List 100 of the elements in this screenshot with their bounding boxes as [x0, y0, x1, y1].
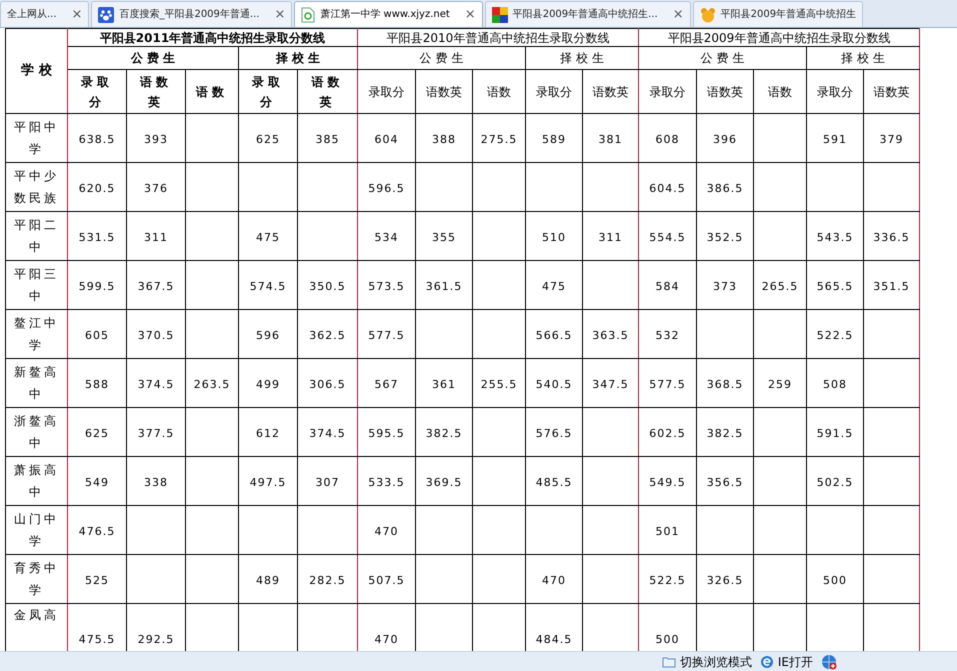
table-cell: 507.5 — [368, 574, 405, 587]
table-cell: 361 — [432, 378, 456, 391]
table-cell: 351.5 — [873, 280, 910, 293]
school-cell: 平中少数民族 — [6, 162, 68, 212]
table-cell: 554.5 — [649, 231, 686, 244]
table-cell: 595.5 — [368, 427, 405, 440]
school-cell: 平阳二中 — [6, 212, 68, 260]
header-cell: 语数英 — [582, 70, 639, 114]
table-cell: 373 — [713, 280, 738, 293]
browser-tab[interactable]: 平阳县2009年普通高中统招生... × — [484, 1, 691, 27]
table-cell: 565.5 — [816, 280, 854, 293]
table-cell: 292.5 — [138, 633, 174, 646]
table-cell: 489 — [256, 574, 280, 587]
table-cell: 311 — [598, 231, 623, 244]
table-cell: 522.5 — [816, 329, 854, 342]
header-cell: 公 费 生 — [68, 46, 238, 70]
table-cell: 543.5 — [816, 231, 854, 244]
table-cell: 382.5 — [706, 427, 744, 440]
table-cell: 602.5 — [649, 427, 686, 440]
table-cell: 501 — [656, 525, 680, 538]
e-logo-icon — [760, 654, 774, 668]
table-cell: 573.5 — [368, 280, 405, 293]
table-cell: 584 — [656, 280, 680, 293]
table-cell: 484.5 — [536, 633, 572, 646]
browser-tab[interactable]: 萧江第一中学 www.xjyz.net × — [294, 1, 483, 27]
tab-label: 平阳县2009年普通高中统招生... — [512, 8, 658, 22]
table-cell: 500 — [823, 574, 848, 587]
table-cell: 625 — [85, 427, 109, 440]
table-cell: 476.5 — [78, 525, 116, 538]
school-cell: 萧振高中 — [6, 456, 68, 506]
header-cell: 平阳县2009年普通高中统招生录取分数线 — [638, 28, 920, 46]
table-cell: 275.5 — [480, 133, 518, 146]
browser-tab[interactable]: 平阳县2009年普通高中统招生 — [692, 1, 864, 27]
table-cell: 510 — [542, 231, 566, 244]
header-cell: 平阳县2010年普通高中统招生录取分数线 — [358, 28, 639, 46]
header-cell: 语数英 — [126, 70, 186, 114]
header-cell: 择 校 生 — [526, 46, 639, 70]
header-cell: 公 费 生 — [358, 46, 526, 70]
close-icon[interactable]: × — [464, 8, 476, 21]
table-cell: 307 — [316, 476, 340, 489]
table-cell: 396 — [713, 133, 738, 146]
close-icon[interactable]: × — [274, 8, 286, 21]
table-cell: 386.5 — [706, 182, 744, 195]
table-cell: 577.5 — [649, 378, 686, 391]
table-cell: 362.5 — [309, 329, 346, 342]
table-cell: 347.5 — [592, 378, 629, 391]
school-cell: 平阳中学 — [6, 114, 68, 162]
tab-label: 全上网从... — [7, 8, 57, 22]
tab-label: 萧江第一中学 www.xjyz.net — [320, 8, 450, 22]
blocks-icon — [492, 6, 508, 22]
table-cell: 475 — [542, 280, 566, 293]
header-cell: 语数英 — [696, 70, 754, 114]
header-cell: 语数 — [186, 70, 238, 114]
browser-tab[interactable]: 全上网从... × — [0, 1, 90, 27]
table-cell: 388 — [432, 133, 456, 146]
table-cell: 591.5 — [816, 427, 854, 440]
header-cell: 学 校 — [6, 28, 68, 114]
tab-label: 百度搜索_平阳县2009年普通... — [119, 8, 260, 22]
table-cell: 591 — [823, 133, 848, 146]
close-icon[interactable]: × — [72, 8, 82, 21]
table-cell: 381 — [598, 133, 623, 146]
header-cell: 平阳县2011年普通高中统招生录取分数线 — [68, 28, 358, 46]
table-cell: 502.5 — [816, 476, 854, 489]
table-cell: 508 — [823, 378, 848, 391]
table-cell: 374.5 — [309, 427, 346, 440]
table-cell: 604.5 — [649, 182, 686, 195]
browser-tab[interactable]: 百度搜索_平阳县2009年普通... × — [91, 1, 292, 27]
table-cell: 577.5 — [368, 329, 405, 342]
table-cell: 475 — [256, 231, 280, 244]
table-cell: 596.5 — [368, 182, 405, 195]
close-icon[interactable]: × — [672, 8, 684, 21]
table-cell: 525 — [85, 574, 109, 587]
paw-icon — [98, 6, 114, 22]
header-cell: 语数 — [472, 70, 526, 114]
table-cell: 532 — [656, 329, 680, 342]
table-cell: 361.5 — [426, 280, 462, 293]
header-cell: 语数英 — [416, 70, 472, 114]
school-cell: 鳌江中学 — [6, 310, 68, 358]
header-cell: 语数英 — [298, 70, 358, 114]
status-button[interactable]: 切换浏览模式 — [680, 652, 752, 670]
header-cell: 录取分 — [806, 70, 864, 114]
table-cell: 369.5 — [426, 476, 462, 489]
school-cell: 浙鳌高中 — [6, 408, 68, 456]
table-cell: 350.5 — [309, 280, 346, 293]
table-cell: 367.5 — [138, 280, 174, 293]
header-cell: 语数英 — [864, 70, 920, 114]
table-cell: 393 — [144, 133, 168, 146]
table-cell: 470 — [374, 633, 398, 646]
table-cell: 500 — [656, 633, 680, 646]
table-cell: 368.5 — [706, 378, 744, 391]
table-cell: 576.5 — [536, 427, 572, 440]
table-cell: 379 — [880, 133, 904, 146]
status-button[interactable]: IE打开 — [778, 652, 813, 670]
folder-icon — [662, 656, 676, 668]
table-cell: 356.5 — [706, 476, 744, 489]
table-cell: 605 — [85, 329, 109, 342]
school-cell: 平阳三中 — [6, 260, 68, 310]
header-cell: 语数 — [754, 70, 807, 114]
table-cell: 638.5 — [78, 133, 116, 146]
table-cell: 376 — [144, 182, 168, 195]
